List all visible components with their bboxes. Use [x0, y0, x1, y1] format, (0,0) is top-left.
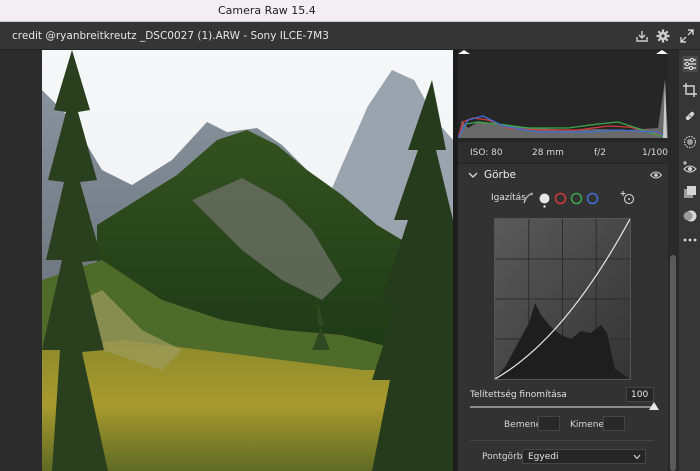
histogram	[457, 50, 669, 142]
green-channel-icon[interactable]	[570, 192, 583, 205]
red-eye-icon[interactable]	[682, 160, 698, 176]
input-output-row: Bemenet: Kimenet:	[458, 416, 668, 434]
chevron-down-icon[interactable]	[468, 170, 478, 180]
refine-saturation-thumb[interactable]	[649, 402, 659, 410]
title-bar: Camera Raw 15.4	[0, 0, 700, 22]
parametric-curve-icon[interactable]	[522, 192, 535, 205]
snapshots-icon[interactable]	[682, 208, 698, 224]
visibility-eye-icon[interactable]	[650, 170, 662, 180]
fullscreen-icon[interactable]	[679, 28, 695, 44]
gear-icon[interactable]	[655, 28, 671, 44]
canvas-margin	[0, 50, 42, 471]
mask-icon[interactable]	[682, 134, 698, 150]
chevron-down-icon	[633, 454, 641, 460]
more-icon[interactable]	[682, 232, 698, 248]
edit-icon[interactable]	[682, 56, 698, 72]
curve-section-header[interactable]: Görbe	[458, 164, 668, 186]
landscape-image	[42, 50, 453, 471]
exif-aperture: f/2	[594, 148, 606, 158]
exif-focal: 28 mm	[532, 148, 564, 158]
export-icon[interactable]	[634, 28, 650, 44]
point-curve-value: Egyedi	[528, 452, 559, 462]
document-header: credit @ryanbreitkreutz _DSC0027 (1).ARW…	[0, 22, 700, 50]
presets-icon[interactable]	[682, 184, 698, 200]
refine-saturation-label: Telítettség finomítása	[470, 390, 567, 400]
curve-graph[interactable]	[494, 218, 631, 380]
refine-saturation-slider[interactable]	[470, 406, 654, 408]
scrollbar-thumb[interactable]	[670, 255, 676, 471]
curve-channel-row: Igazítás	[458, 188, 668, 210]
divider	[470, 440, 654, 441]
tool-strip	[678, 50, 700, 471]
panel-scrollbar[interactable]	[668, 50, 678, 471]
shadow-clipping-icon[interactable]	[458, 50, 470, 54]
exif-iso: ISO: 80	[470, 148, 503, 158]
curve-section-title: Görbe	[484, 169, 517, 181]
photo-preview[interactable]	[42, 50, 453, 471]
edit-panel: ISO: 80 28 mm f/2 1/1000 Görbe Igazítás	[457, 50, 674, 471]
white-channel-icon[interactable]	[538, 192, 551, 208]
red-channel-icon[interactable]	[554, 192, 567, 205]
crop-icon[interactable]	[682, 82, 698, 98]
heal-icon[interactable]	[682, 108, 698, 124]
point-curve-select[interactable]: Egyedi	[522, 449, 646, 464]
highlight-clipping-icon[interactable]	[656, 50, 668, 54]
window-title: Camera Raw 15.4	[218, 4, 316, 17]
curve-canvas[interactable]	[494, 218, 631, 380]
adjust-label: Igazítás	[491, 193, 526, 203]
output-field[interactable]	[603, 416, 625, 431]
input-field[interactable]	[538, 416, 560, 431]
file-name: credit @ryanbreitkreutz _DSC0027 (1).ARW…	[12, 30, 329, 42]
blue-channel-icon[interactable]	[586, 192, 599, 205]
targeted-adjustment-icon[interactable]	[620, 190, 636, 206]
histogram-graph	[457, 50, 669, 139]
refine-saturation-value[interactable]: 100	[626, 387, 654, 402]
exif-bar: ISO: 80 28 mm f/2 1/1000	[458, 142, 674, 164]
